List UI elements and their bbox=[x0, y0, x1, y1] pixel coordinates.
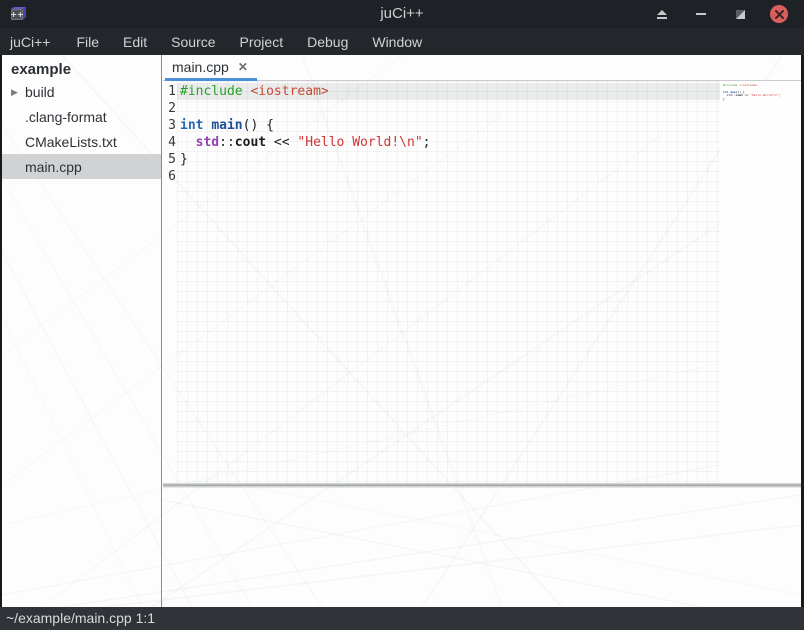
tree-root-folder[interactable]: example bbox=[2, 55, 161, 79]
content-area: example ▶build .clang-format CMakeLists.tx… bbox=[0, 55, 804, 607]
code-line-5[interactable]: } bbox=[177, 151, 720, 168]
close-icon bbox=[770, 5, 788, 23]
code-token: } bbox=[723, 97, 725, 101]
code-token: cout bbox=[235, 135, 266, 150]
tree-item-build[interactable]: ▶build bbox=[2, 79, 161, 104]
juci-window: ++ juCi++ bbox=[0, 0, 804, 630]
tree-item--clang-format[interactable]: .clang-format bbox=[2, 104, 161, 129]
code-token bbox=[180, 135, 196, 150]
code-token: ; bbox=[423, 135, 431, 150]
tab-main-cpp[interactable]: main.cpp ✕ bbox=[165, 55, 257, 81]
code-token: std bbox=[196, 135, 219, 150]
line-number: 2 bbox=[163, 100, 176, 117]
line-number: 5 bbox=[163, 151, 176, 168]
status-file-position: ~/example/main.cpp 1:1 bbox=[6, 610, 155, 626]
code-area[interactable]: #include <iostream>int main() { std::cou… bbox=[177, 81, 720, 483]
tree-item-label: build bbox=[2, 84, 55, 100]
window-controls bbox=[649, 0, 792, 28]
project-tree: example ▶build .clang-format CMakeLists.tx… bbox=[2, 55, 162, 607]
code-token: "Hello World!\n" bbox=[750, 93, 779, 97]
code-token: ; bbox=[779, 93, 781, 97]
source-minimap[interactable]: #include <iostream>int main() { std::cou… bbox=[720, 81, 801, 483]
menu-file[interactable]: File bbox=[76, 30, 111, 54]
minimize-icon bbox=[696, 9, 706, 19]
code-token: } bbox=[180, 152, 188, 167]
code-line-4[interactable]: std::cout << "Hello World!\n"; bbox=[177, 134, 720, 151]
code-token: #include bbox=[723, 83, 737, 87]
tree-item-main-cpp[interactable]: main.cpp bbox=[2, 154, 161, 179]
tree-item-label: main.cpp bbox=[2, 159, 82, 175]
code-token: <iostream> bbox=[250, 84, 328, 99]
eject-icon bbox=[656, 9, 668, 20]
tab-label: main.cpp bbox=[172, 59, 229, 75]
code-line-6[interactable] bbox=[177, 168, 720, 185]
menu-debug[interactable]: Debug bbox=[307, 30, 360, 54]
tab-close-icon[interactable]: ✕ bbox=[238, 61, 248, 73]
code-line-1[interactable]: #include <iostream> bbox=[177, 83, 720, 100]
tree-item-cmakelists-txt[interactable]: CMakeLists.txt bbox=[2, 129, 161, 154]
menu-bar: juCi++ File Edit Source Project Debug Window bbox=[0, 28, 804, 55]
expander-arrow-icon[interactable]: ▶ bbox=[11, 87, 21, 97]
line-number: 4 bbox=[163, 134, 176, 151]
code-token: <iostream> bbox=[739, 83, 757, 87]
menu-window[interactable]: Window bbox=[372, 30, 434, 54]
maximize-button[interactable] bbox=[727, 3, 753, 25]
line-number: 1 bbox=[163, 83, 176, 100]
code-token: cout bbox=[736, 93, 743, 97]
code-line-2[interactable] bbox=[177, 100, 720, 117]
restore-icon bbox=[735, 9, 746, 20]
menu-source[interactable]: Source bbox=[171, 30, 227, 54]
code-token: :: bbox=[219, 135, 235, 150]
editor-pane: main.cpp ✕ 123456 #include <iostream>int… bbox=[163, 55, 801, 607]
source-editor[interactable]: 123456 #include <iostream>int main() { s… bbox=[163, 81, 801, 483]
menu-edit[interactable]: Edit bbox=[123, 30, 159, 54]
line-number: 3 bbox=[163, 117, 176, 134]
rollup-button[interactable] bbox=[649, 3, 675, 25]
line-number: 6 bbox=[163, 168, 176, 185]
minimize-button[interactable] bbox=[688, 3, 714, 25]
code-token: () { bbox=[243, 118, 274, 133]
tab-bar: main.cpp ✕ bbox=[163, 55, 801, 81]
code-token: main bbox=[211, 118, 242, 133]
status-bar: ~/example/main.cpp 1:1 bbox=[0, 607, 804, 630]
title-bar: ++ juCi++ bbox=[0, 0, 804, 28]
close-button[interactable] bbox=[766, 3, 792, 25]
minimap-line bbox=[723, 101, 801, 104]
terminal-output-panel[interactable] bbox=[163, 488, 801, 607]
code-token: "Hello World!\n" bbox=[297, 135, 422, 150]
code-token: #include bbox=[180, 84, 243, 99]
tree-item-label: CMakeLists.txt bbox=[2, 134, 117, 150]
code-line-3[interactable]: int main() { bbox=[177, 117, 720, 134]
tree-item-label: .clang-format bbox=[2, 109, 107, 125]
line-number-gutter: 123456 bbox=[163, 83, 176, 185]
menu-project[interactable]: Project bbox=[240, 30, 296, 54]
menu-juci-[interactable]: juCi++ bbox=[10, 30, 62, 54]
code-token: << bbox=[266, 135, 297, 150]
code-token: int bbox=[180, 118, 203, 133]
